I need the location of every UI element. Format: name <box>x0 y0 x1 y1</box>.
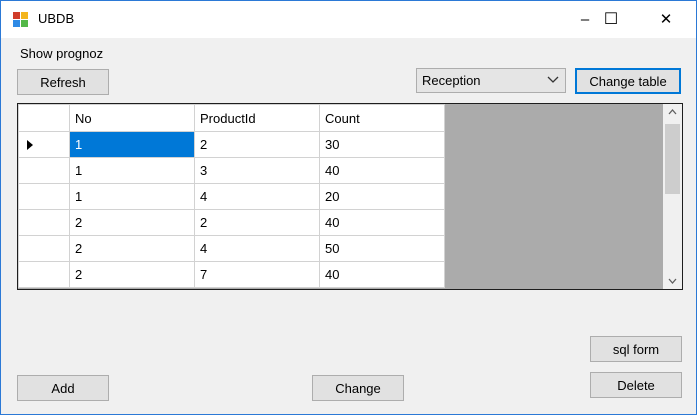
change-button[interactable]: Change <box>312 375 404 401</box>
close-button[interactable]: ✕ <box>643 1 689 38</box>
grid-table: No ProductId Count 1 2 30 1 3 40 1 4 20 … <box>18 104 445 288</box>
table-row[interactable]: 1 4 20 <box>18 183 445 210</box>
app-icon <box>13 12 29 28</box>
scroll-down-icon[interactable] <box>663 272 682 289</box>
title-bar[interactable]: UBDB – ☐ ✕ <box>1 1 696 38</box>
grid-cell[interactable]: 40 <box>319 261 445 288</box>
form-label: Show prognoz <box>20 46 104 61</box>
row-header-current[interactable] <box>18 131 70 158</box>
grid-cell[interactable]: 3 <box>194 157 320 184</box>
row-header[interactable] <box>18 261 70 288</box>
table-row[interactable]: 2 7 40 <box>18 261 445 288</box>
change-table-button[interactable]: Change table <box>575 68 681 94</box>
row-header[interactable] <box>18 183 70 210</box>
data-grid[interactable]: No ProductId Count 1 2 30 1 3 40 1 4 20 … <box>17 103 683 290</box>
row-header[interactable] <box>18 157 70 184</box>
grid-cell[interactable]: 1 <box>69 183 195 210</box>
delete-button[interactable]: Delete <box>590 372 682 398</box>
grid-cell[interactable]: 50 <box>319 235 445 262</box>
table-row[interactable]: 2 4 50 <box>18 235 445 262</box>
chevron-down-icon <box>547 76 559 83</box>
table-row[interactable]: 1 3 40 <box>18 157 445 184</box>
row-header[interactable] <box>18 209 70 236</box>
grid-cell[interactable]: 40 <box>319 209 445 236</box>
grid-cell[interactable]: 7 <box>194 261 320 288</box>
column-header-no[interactable]: No <box>69 104 195 132</box>
grid-cell[interactable]: 40 <box>319 157 445 184</box>
table-row[interactable]: 2 2 40 <box>18 209 445 236</box>
grid-cell[interactable]: 4 <box>194 235 320 262</box>
grid-header-row: No ProductId Count <box>18 104 445 132</box>
grid-cell[interactable]: 1 <box>69 157 195 184</box>
scroll-up-icon[interactable] <box>663 104 682 121</box>
grid-cell[interactable]: 4 <box>194 183 320 210</box>
row-header[interactable] <box>18 235 70 262</box>
column-header-productid[interactable]: ProductId <box>194 104 320 132</box>
grid-cell[interactable]: 2 <box>69 235 195 262</box>
grid-cell[interactable]: 2 <box>194 131 320 158</box>
window-title: UBDB <box>38 11 75 26</box>
add-button[interactable]: Add <box>17 375 109 401</box>
table-select-value: Reception <box>422 73 481 88</box>
current-row-icon <box>27 140 33 150</box>
grid-cell[interactable]: 20 <box>319 183 445 210</box>
table-row[interactable]: 1 2 30 <box>18 131 445 158</box>
grid-cell[interactable]: 1 <box>69 131 195 158</box>
grid-cell[interactable]: 2 <box>69 209 195 236</box>
scrollbar-thumb[interactable] <box>665 124 680 194</box>
table-select[interactable]: Reception <box>416 68 566 93</box>
grid-cell[interactable]: 2 <box>69 261 195 288</box>
maximize-button[interactable]: ☐ <box>588 1 634 38</box>
main-window: UBDB – ☐ ✕ Show prognoz Refresh Receptio… <box>0 0 697 415</box>
grid-cell[interactable]: 2 <box>194 209 320 236</box>
column-header-count[interactable]: Count <box>319 104 445 132</box>
refresh-button[interactable]: Refresh <box>17 69 109 95</box>
vertical-scrollbar[interactable] <box>663 104 682 289</box>
grid-cell[interactable]: 30 <box>319 131 445 158</box>
grid-corner[interactable] <box>18 104 70 132</box>
sql-form-button[interactable]: sql form <box>590 336 682 362</box>
